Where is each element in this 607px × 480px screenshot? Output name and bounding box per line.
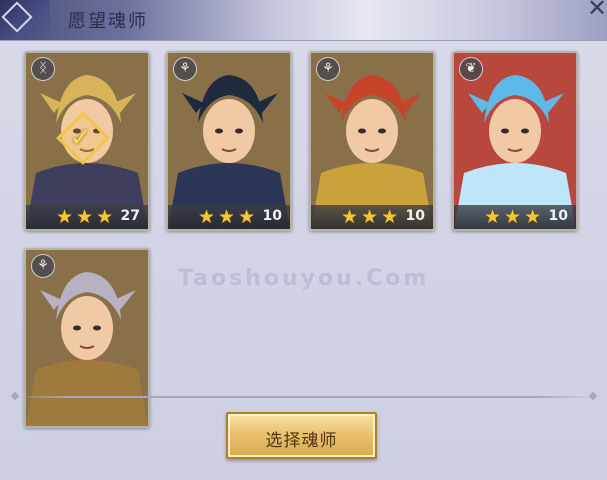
level-number: 10: [262, 208, 282, 224]
card-info-bar: ★★★ 10: [168, 205, 290, 229]
close-icon[interactable]: ✕: [583, 0, 607, 22]
soul-master-card-5[interactable]: ⚘: [24, 248, 150, 428]
divider-end-right: [588, 391, 598, 401]
select-soul-master-button[interactable]: 选择魂师: [226, 412, 377, 459]
star-rating: ★★★: [56, 206, 117, 228]
soul-master-card-2[interactable]: ⚘ ★★★ 10: [166, 51, 292, 231]
checkmark-icon: ✓: [70, 123, 92, 153]
tree-type-icon: ⚘: [31, 254, 55, 278]
tree-type-icon: ⚘: [316, 57, 340, 81]
wing-type-icon: ❦: [459, 57, 483, 81]
star-rating: ★★★: [484, 206, 545, 228]
tree-type-icon: ⚘: [173, 57, 197, 81]
divider: [10, 391, 598, 401]
panel-header: 愿望魂师 ✕: [0, 0, 607, 41]
soul-master-card-3[interactable]: ⚘ ★★★ 10: [309, 51, 435, 231]
wish-soul-master-panel: 愿望魂师 ✕ ᛝ ✓ ★★★ 27 ⚘ ★★★ 10 ⚘ ★★★ 10 ❦ ★★★ 10 ⚘ Taosho…: [0, 0, 607, 480]
card-info-bar: ★★★ 10: [454, 205, 576, 229]
star-rating: ★★★: [198, 206, 259, 228]
soul-master-card-4[interactable]: ❦ ★★★ 10: [452, 51, 578, 231]
watermark: Taoshouyou.Com: [178, 266, 430, 291]
card-info-bar: ★★★ 27: [26, 205, 148, 229]
panel-title: 愿望魂师: [68, 11, 148, 32]
level-number: 10: [548, 208, 568, 224]
level-number: 27: [120, 208, 140, 224]
control-type-icon: ᛝ: [31, 57, 55, 81]
divider-end-left: [10, 391, 20, 401]
star-rating: ★★★: [341, 206, 402, 228]
level-number: 10: [405, 208, 425, 224]
soul-master-card-1[interactable]: ᛝ ✓ ★★★ 27: [24, 51, 150, 231]
select-button-label: 选择魂师: [265, 431, 338, 451]
card-info-bar: ★★★ 10: [311, 205, 433, 229]
